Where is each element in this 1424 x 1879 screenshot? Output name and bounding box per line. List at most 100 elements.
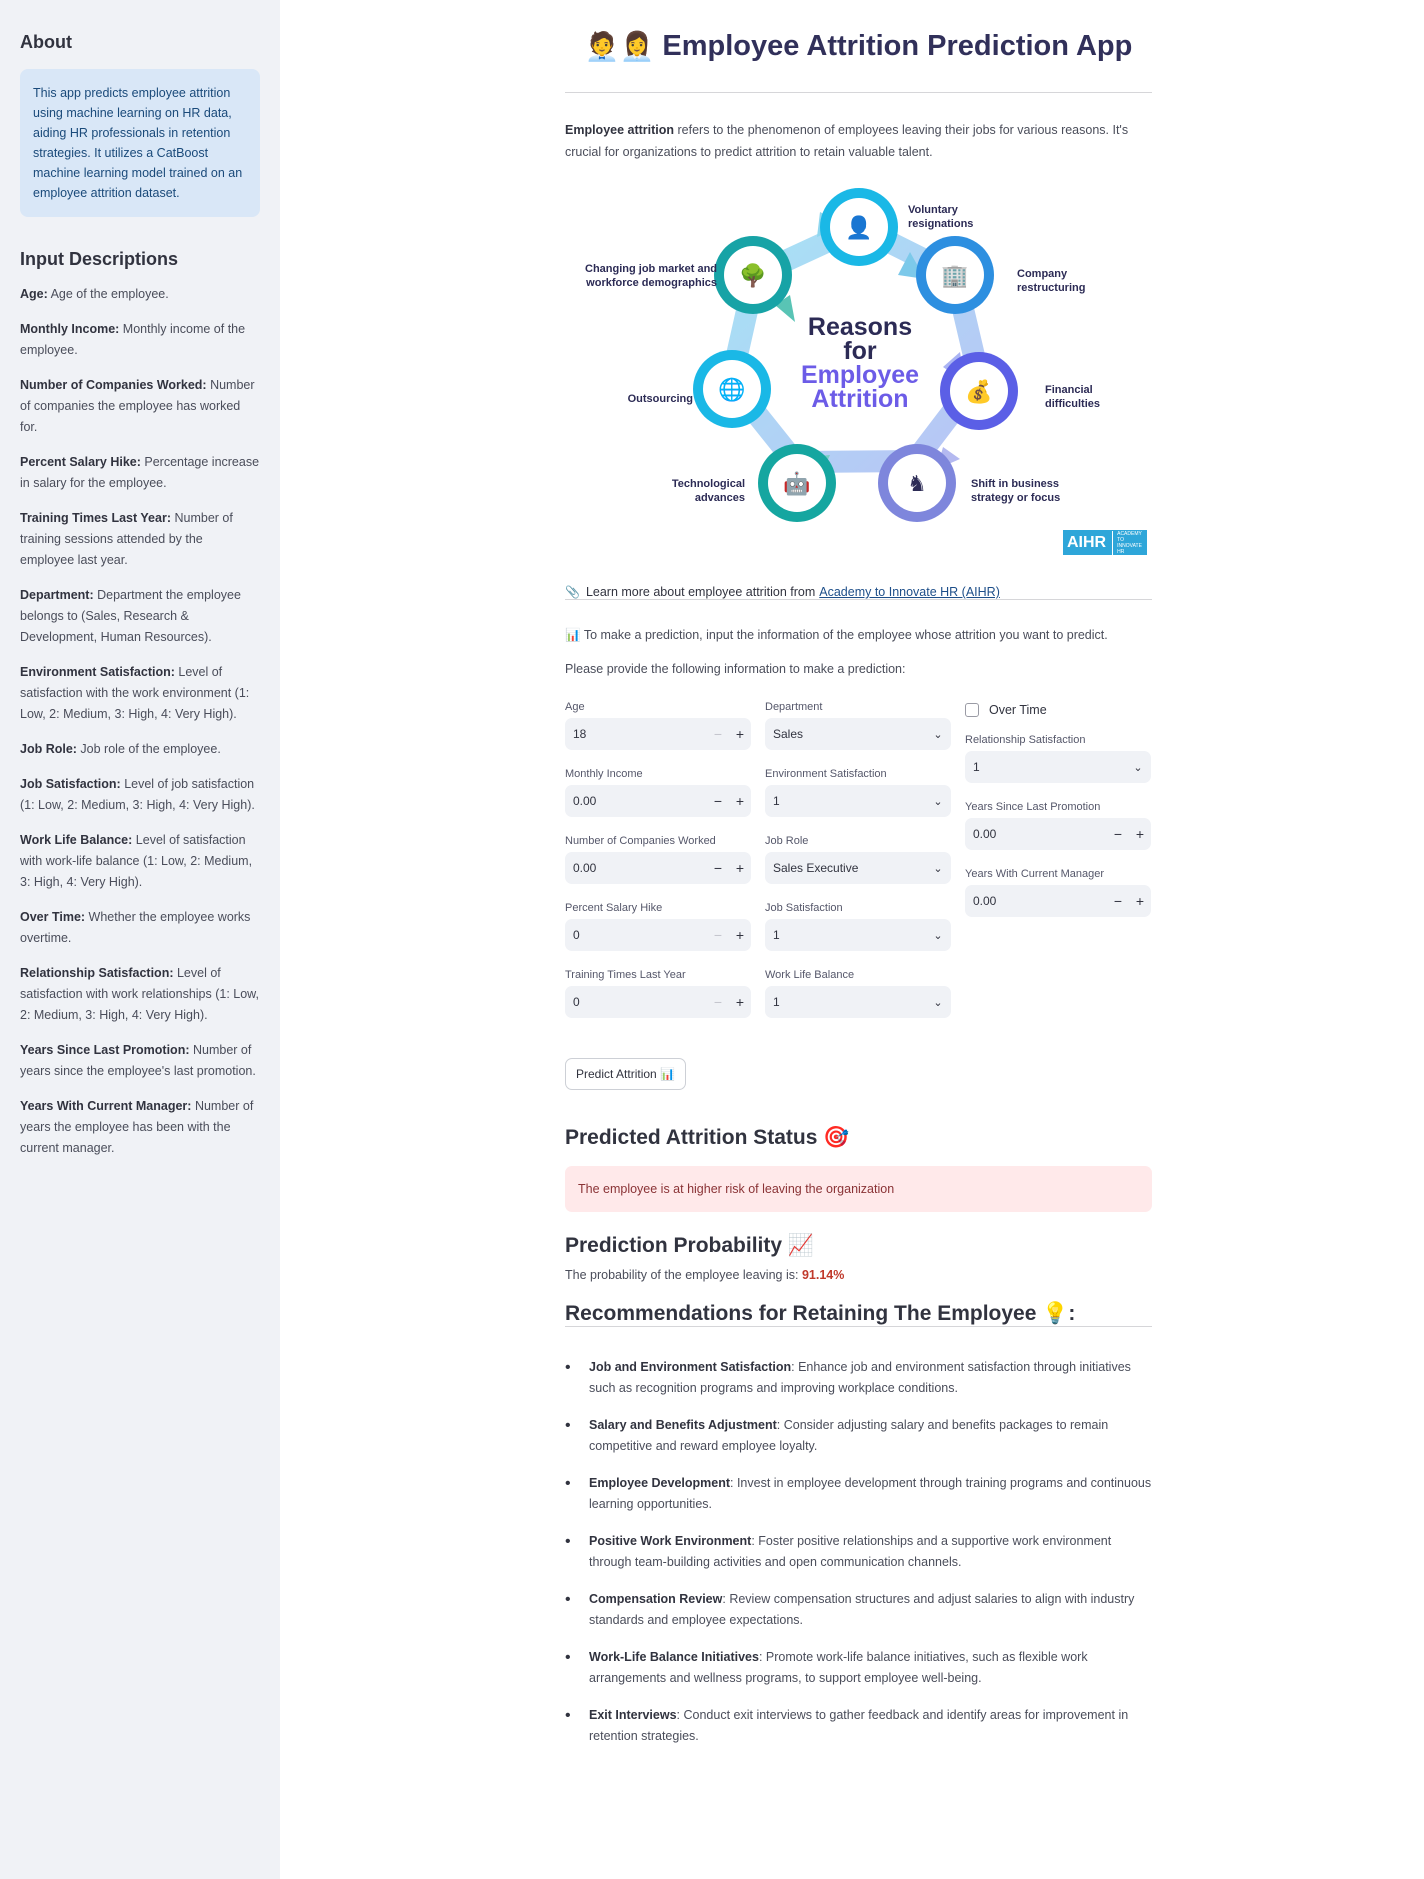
intro-bold: Employee attrition — [565, 123, 675, 137]
job-sat-select[interactable]: 1 ⌄ — [765, 919, 951, 951]
svg-text:🤖: 🤖 — [783, 471, 810, 496]
rel-sat-label: Relationship Satisfaction — [965, 734, 1086, 746]
center-line-4: Attrition — [811, 385, 909, 413]
training-input[interactable]: 0 − + — [565, 986, 751, 1018]
people-emoji-icon: 🧑‍💼👩‍💼 — [584, 30, 655, 62]
salary-hike-input[interactable]: 0 − + — [565, 919, 751, 951]
divider — [565, 1326, 1152, 1327]
prediction-prompt-text: To make a prediction, input the informat… — [583, 628, 1108, 642]
num-companies-input[interactable]: 0.00 − + — [565, 852, 751, 884]
input-description-item: Years With Current Manager: Number of ye… — [20, 1096, 260, 1159]
recommendation-term: Salary and Benefits Adjustment — [589, 1418, 777, 1432]
recommendation-item: Salary and Benefits Adjustment: Consider… — [565, 1415, 1152, 1457]
years-mgr-input[interactable]: 0.00 − + — [965, 885, 1151, 917]
recommendation-term: Job and Environment Satisfaction — [589, 1360, 792, 1374]
input-description-term: Department: — [20, 588, 94, 602]
input-description-item: Relationship Satisfaction: Level of sati… — [20, 963, 260, 1026]
salary-hike-decrement-button[interactable]: − — [707, 927, 729, 943]
recommendation-term: Work-Life Balance Initiatives — [589, 1650, 759, 1664]
age-decrement-button[interactable]: − — [707, 726, 729, 742]
department-select[interactable]: Sales ⌄ — [765, 718, 951, 750]
recommendations-heading: Recommendations for Retaining The Employ… — [565, 1302, 1076, 1325]
about-info-box: This app predicts employee attrition usi… — [20, 69, 260, 217]
probability-text: The probability of the employee leaving … — [565, 1268, 1152, 1282]
status-heading: Predicted Attrition Status 🎯 — [565, 1126, 850, 1149]
sidebar: About This app predicts employee attriti… — [0, 0, 280, 1879]
num-companies-label: Number of Companies Worked — [565, 835, 716, 847]
aihr-link[interactable]: Academy to Innovate HR (AIHR) — [819, 585, 1000, 599]
chevron-down-icon: ⌄ — [933, 728, 943, 741]
input-description-item: Age: Age of the employee. — [20, 284, 260, 305]
monthly-income-label: Monthly Income — [565, 768, 643, 780]
salary-hike-increment-button[interactable]: + — [729, 927, 751, 943]
chevron-down-icon: ⌄ — [933, 929, 943, 942]
num-companies-increment-button[interactable]: + — [729, 860, 751, 876]
wlb-select[interactable]: 1 ⌄ — [765, 986, 951, 1018]
svg-text:🌐: 🌐 — [718, 377, 745, 402]
salary-hike-value: 0 — [573, 928, 580, 942]
years-promo-decrement-button[interactable]: − — [1107, 826, 1129, 842]
main-content: 🧑‍💼👩‍💼 Employee Attrition Prediction App… — [565, 0, 1152, 1763]
learn-more-line: 📎 Learn more about employee attrition fr… — [565, 585, 1152, 599]
chevron-down-icon: ⌄ — [933, 795, 943, 808]
age-increment-button[interactable]: + — [729, 726, 751, 742]
input-description-item: Years Since Last Promotion: Number of ye… — [20, 1040, 260, 1082]
over-time-label: Over Time — [989, 702, 1047, 717]
input-description-item: Job Role: Job role of the employee. — [20, 739, 260, 760]
prediction-prompt: 📊 To make a prediction, input the inform… — [565, 628, 1152, 643]
probability-heading: Prediction Probability 📈 — [565, 1234, 815, 1257]
center-line-1: Reasons — [807, 313, 913, 341]
recommendation-item: Compensation Review: Review compensation… — [565, 1589, 1152, 1631]
label-voluntary: Voluntary resignations — [908, 204, 974, 230]
input-description-item: Job Satisfaction: Level of job satisfact… — [20, 774, 260, 816]
label-tech: Technological advances — [671, 478, 745, 504]
svg-text:👤: 👤 — [845, 215, 872, 240]
recommendation-item: Employee Development: Invest in employee… — [565, 1473, 1152, 1515]
input-description-text: Job role of the employee. — [76, 742, 221, 756]
rel-sat-select[interactable]: 1 ⌄ — [965, 751, 1151, 783]
over-time-checkbox[interactable]: Over Time — [965, 701, 1151, 718]
num-companies-decrement-button[interactable]: − — [707, 860, 729, 876]
svg-text:💰: 💰 — [965, 379, 992, 405]
probability-value: 91.14% — [801, 1268, 845, 1282]
age-input[interactable]: 18 − + — [565, 718, 751, 750]
monthly-income-input[interactable]: 0.00 − + — [565, 785, 751, 817]
monthly-income-decrement-button[interactable]: − — [707, 793, 729, 809]
node-tech: 🤖 — [758, 444, 836, 522]
svg-text:♞: ♞ — [907, 471, 927, 496]
department-label: Department — [765, 701, 823, 713]
node-voluntary: 👤 — [820, 188, 898, 266]
checkbox-box[interactable] — [965, 702, 979, 717]
env-sat-select[interactable]: 1 ⌄ — [765, 785, 951, 817]
label-company: Company restructuring — [1017, 268, 1086, 294]
training-increment-button[interactable]: + — [729, 994, 751, 1010]
provide-info-text: Please provide the following information… — [565, 662, 906, 676]
recommendation-term: Compensation Review — [589, 1592, 723, 1606]
svg-text:🏢: 🏢 — [941, 263, 968, 288]
recommendations-list: Job and Environment Satisfaction: Enhanc… — [565, 1357, 1152, 1747]
years-mgr-value: 0.00 — [973, 894, 997, 908]
job-role-select[interactable]: Sales Executive ⌄ — [765, 852, 951, 884]
input-description-term: Job Satisfaction: — [20, 777, 121, 791]
chart-icon: 📊 — [565, 628, 581, 642]
input-description-item: Percent Salary Hike: Percentage increase… — [20, 452, 260, 494]
intro-paragraph: Employee attrition refers to the phenome… — [565, 119, 1152, 163]
job-sat-value: 1 — [773, 928, 780, 942]
paperclip-icon: 📎 — [565, 585, 580, 599]
status-alert: The employee is at higher risk of leavin… — [565, 1166, 1152, 1212]
years-mgr-decrement-button[interactable]: − — [1107, 893, 1129, 909]
input-descriptions-list: Age: Age of the employee. Monthly Income:… — [20, 284, 260, 1159]
years-mgr-label: Years With Current Manager — [965, 868, 1104, 880]
years-promo-input[interactable]: 0.00 − + — [965, 818, 1151, 850]
job-sat-label: Job Satisfaction — [765, 902, 843, 914]
training-decrement-button[interactable]: − — [707, 994, 729, 1010]
input-description-item: Over Time: Whether the employee works ov… — [20, 907, 260, 949]
chevron-down-icon: ⌄ — [933, 996, 943, 1009]
node-company: 🏢 — [916, 236, 994, 314]
years-promo-increment-button[interactable]: + — [1129, 826, 1151, 842]
years-mgr-increment-button[interactable]: + — [1129, 893, 1151, 909]
monthly-income-increment-button[interactable]: + — [729, 793, 751, 809]
predict-attrition-button[interactable]: Predict Attrition 📊 — [565, 1058, 686, 1090]
training-label: Training Times Last Year — [565, 969, 686, 981]
env-sat-value: 1 — [773, 794, 780, 808]
